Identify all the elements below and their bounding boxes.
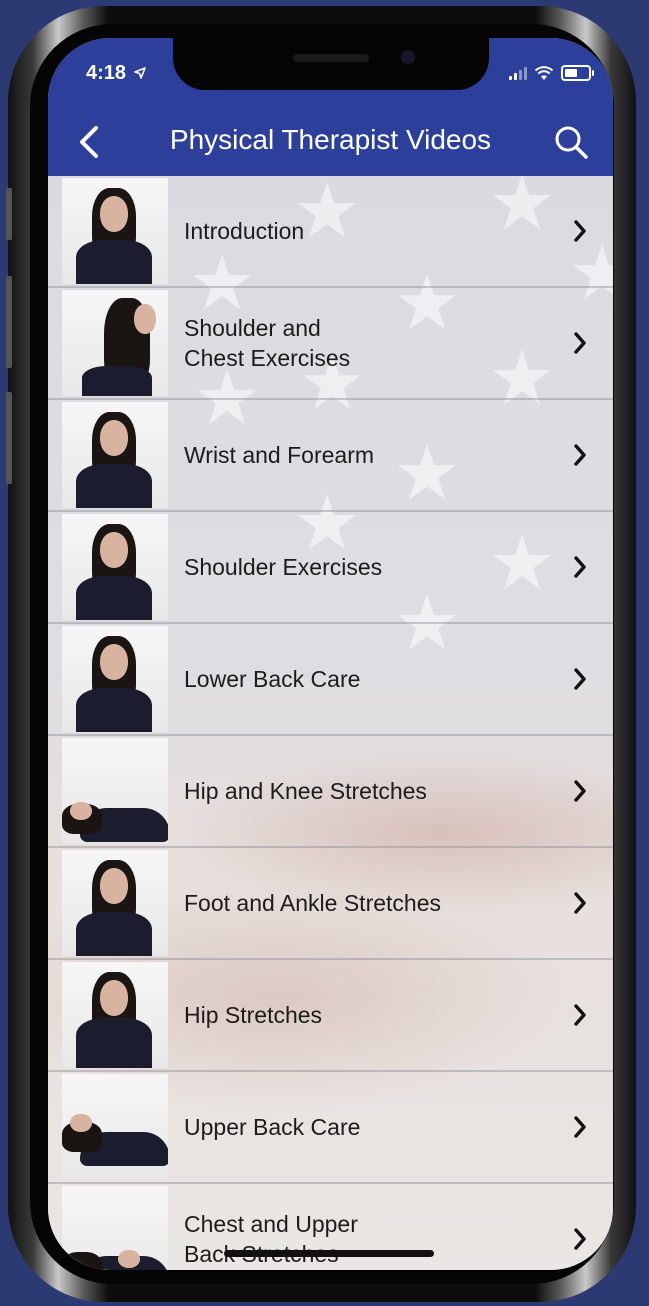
location-arrow-icon [133,67,146,79]
chevron-right-icon [574,220,586,242]
video-list-item[interactable]: Introduction [48,176,613,288]
video-title: Wrist and Forearm [184,400,524,510]
video-list: ★ ★ ★ ★ ★ ★ ★ ★ ★ ★ ★ ★ Introduction Shou… [48,176,613,1270]
video-thumbnail [62,402,168,508]
volume-up-button [6,276,12,368]
video-title-line: Shoulder and [184,315,321,341]
video-list-item[interactable]: Wrist and Forearm [48,400,613,512]
video-title: Shoulder and Chest Exercises [184,288,524,398]
video-title-line: Hip and Knee Stretches [184,778,427,804]
notch [173,38,489,90]
chevron-right-icon [574,556,586,578]
chevron-right-icon [574,892,586,914]
video-thumbnail [62,1186,168,1270]
video-list-item[interactable]: Lower Back Care [48,624,613,736]
camera [401,50,415,64]
video-title: Shoulder Exercises [184,512,524,622]
nav-header: 4:18 Physical Therapist Videos [48,38,613,176]
video-thumbnail [62,290,168,396]
chevron-right-icon [574,332,586,354]
video-list-item[interactable]: Chest and UpperBack Stretches [48,1184,613,1270]
video-thumbnail [62,514,168,620]
video-list-item[interactable]: Shoulder and Chest Exercises [48,288,613,400]
status-time: 4:18 [86,62,146,85]
battery-icon [561,65,594,81]
mute-switch [6,188,12,240]
chevron-right-icon [574,444,586,466]
chevron-right-icon [574,668,586,690]
video-title: Foot and Ankle Stretches [184,848,524,958]
home-indicator [224,1250,434,1257]
video-list-item[interactable]: Hip Stretches [48,960,613,1072]
video-title: Chest and UpperBack Stretches [184,1184,524,1270]
video-title-line: Introduction [184,218,305,244]
search-icon[interactable] [551,122,591,162]
video-title-line: Shoulder Exercises [184,554,383,580]
video-title-line: Hip Stretches [184,1002,323,1028]
volume-down-button [6,392,12,484]
cellular-signal-icon [509,66,527,80]
video-thumbnail [62,178,168,284]
video-title: Lower Back Care [184,624,524,734]
video-title-line: Lower Back Care [184,666,361,692]
wifi-icon [534,65,554,80]
speaker [293,54,369,62]
app-screen: 4:18 Physical Therapist Videos ★ ★ ★ ★ ★… [48,38,613,1270]
video-title-line: Chest and Upper [184,1211,358,1237]
status-icons [509,65,594,81]
video-thumbnail [62,626,168,732]
video-thumbnail [62,1074,168,1180]
video-title: Upper Back Care [184,1072,524,1182]
video-title: Hip Stretches [184,960,524,1070]
video-title: Introduction [184,176,524,286]
video-list-item[interactable]: Foot and Ankle Stretches [48,848,613,960]
status-time-text: 4:18 [86,62,127,84]
video-list-item[interactable]: Hip and Knee Stretches [48,736,613,848]
video-title-line: Foot and Ankle Stretches [184,890,441,916]
chevron-right-icon [574,1004,586,1026]
video-list-item[interactable]: Shoulder Exercises [48,512,613,624]
video-title-line: Upper Back Care [184,1114,361,1140]
chevron-right-icon [574,1228,586,1250]
page-title: Physical Therapist Videos [169,124,492,155]
chevron-right-icon [574,1116,586,1138]
chevron-right-icon [574,780,586,802]
video-thumbnail [62,962,168,1068]
video-thumbnail [62,850,168,956]
video-list-item[interactable]: Upper Back Care [48,1072,613,1184]
video-title: Hip and Knee Stretches [184,736,524,846]
video-title-line: Wrist and Forearm [184,442,375,468]
video-thumbnail [62,738,168,844]
video-title-line: Chest Exercises [184,345,351,371]
